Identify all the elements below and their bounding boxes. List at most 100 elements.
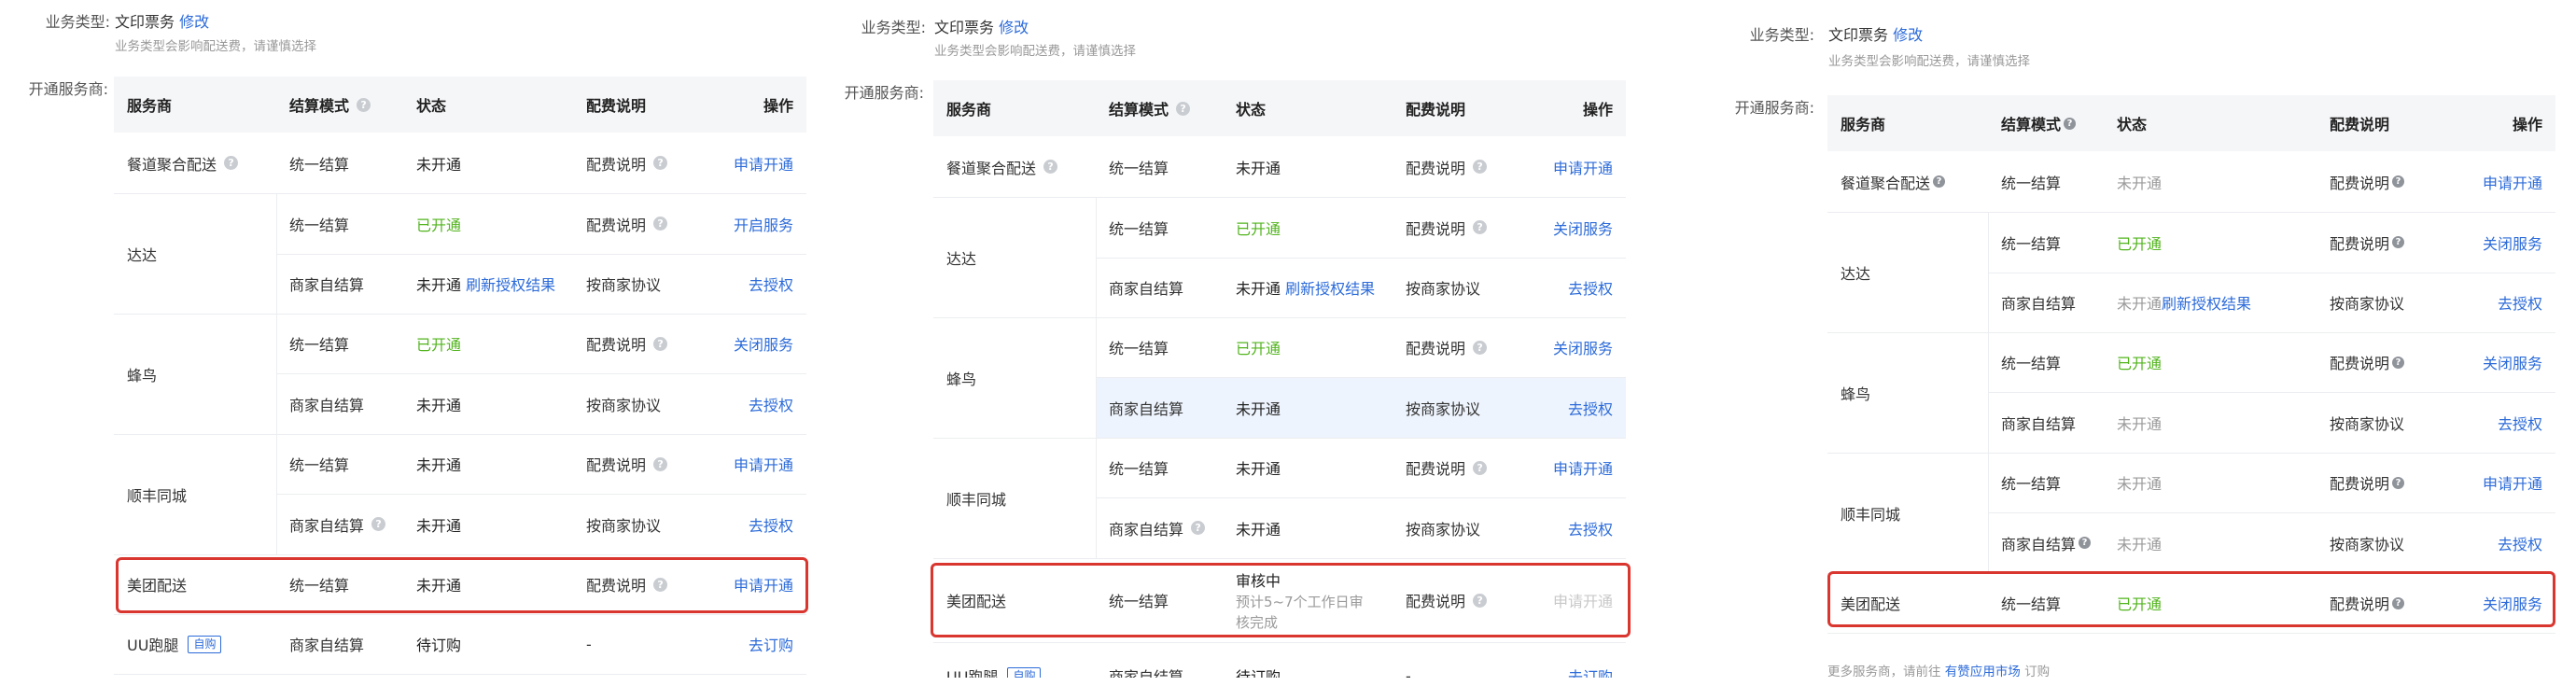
authorize-button[interactable]: 去授权 [749, 494, 793, 554]
status-text: 未开通 [416, 456, 462, 474]
enable-service-button[interactable]: 开启服务 [734, 193, 793, 254]
modify-link[interactable]: 修改 [179, 13, 209, 31]
settlement-mode: 统一结算 [1109, 340, 1169, 357]
refresh-auth-link[interactable]: 刷新授权结果 [1285, 276, 1375, 299]
settlement-mode: 商家自结算 [1109, 399, 1184, 418]
status-text: 已开通 [1236, 219, 1281, 238]
help-icon[interactable]: ? [653, 217, 668, 231]
fee-note: 按商家协议 [2330, 535, 2405, 553]
help-icon[interactable]: ? [1473, 220, 1488, 234]
header-action: 操作 [763, 97, 793, 115]
help-icon[interactable]: ? [1191, 521, 1206, 535]
help-icon[interactable]: ? [653, 336, 668, 351]
fee-note: 配费说明? [586, 314, 668, 373]
apply-button[interactable]: 申请开通 [734, 434, 793, 494]
close-service-button[interactable]: 关闭服务 [1553, 197, 1613, 258]
authorize-button[interactable]: 去授权 [2498, 512, 2542, 573]
refresh-auth-link[interactable]: 刷新授权结果 [466, 273, 555, 295]
help-icon[interactable]: ? [2392, 356, 2405, 369]
provider-name: 餐道聚合配送? [946, 136, 1058, 197]
authorize-button[interactable]: 去授权 [1568, 497, 1613, 558]
help-icon[interactable]: ? [2392, 175, 2405, 188]
status-text: 已开通 [2117, 234, 2163, 253]
apply-button[interactable]: 申请开通 [1553, 438, 1613, 497]
help-icon[interactable]: ? [1473, 460, 1488, 475]
status-text: 未开通 [1236, 399, 1281, 418]
close-service-button[interactable]: 关闭服务 [2483, 212, 2542, 273]
status-text: 已开通 [2117, 355, 2163, 372]
help-icon[interactable]: ? [371, 517, 386, 531]
authorize-button[interactable]: 去授权 [2498, 392, 2542, 453]
business-type-value: 文印票务 修改 [1828, 26, 1924, 44]
refresh-auth-link[interactable]: 刷新授权结果 [2162, 291, 2251, 314]
help-icon[interactable]: ? [653, 156, 668, 170]
apply-button[interactable]: 申请开通 [2483, 151, 2542, 212]
business-type-hint: 业务类型会影响配送费，请谨慎选择 [1828, 54, 2030, 69]
business-type-label: 业务类型: [861, 19, 926, 36]
status-text: 未开通 [1236, 159, 1281, 177]
authorize-button[interactable]: 去授权 [1568, 258, 1613, 317]
business-type-label: 业务类型: [45, 13, 110, 31]
highlight-box [1827, 571, 2555, 627]
settlement-mode: 商家自结算? [1109, 497, 1206, 558]
help-icon[interactable]: ? [2392, 236, 2405, 248]
help-icon[interactable]: ? [2064, 117, 2077, 130]
settlement-mode: 商家自结算 [1109, 668, 1184, 678]
fee-note: 配费说明? [2330, 151, 2405, 212]
business-type-value: 文印票务 修改 [115, 13, 210, 31]
help-icon[interactable]: ? [1473, 160, 1488, 174]
order-button[interactable]: 去订购 [749, 614, 793, 674]
modify-link[interactable]: 修改 [999, 19, 1029, 36]
help-icon[interactable]: ? [224, 156, 239, 170]
cut-off-row: UU跑腿 自购 商家自结算 待订购 - 去订购 [933, 661, 1626, 678]
header-mode: 结算模式? [2001, 95, 2077, 151]
fee-note: 按商家协议 [2330, 295, 2405, 313]
modify-link[interactable]: 修改 [1893, 26, 1923, 44]
divider [114, 674, 806, 675]
status-text: 未开通 刷新授权结果 [1236, 258, 1375, 317]
fee-note: 配费说明? [1406, 197, 1488, 258]
apply-button[interactable]: 申请开通 [2483, 453, 2542, 512]
authorize-button[interactable]: 去授权 [1568, 377, 1613, 438]
help-icon[interactable]: ? [1176, 101, 1191, 116]
help-icon[interactable]: ? [1043, 160, 1058, 174]
service-provider-label: 开通服务商: [1734, 99, 1814, 117]
provider-name: 达达 [1841, 264, 1871, 283]
close-service-button[interactable]: 关闭服务 [1553, 317, 1613, 377]
divider [1096, 197, 1097, 558]
order-button[interactable]: 去订购 [1568, 661, 1613, 678]
settlement-mode: 统一结算 [1109, 219, 1169, 238]
help-icon[interactable]: ? [1933, 175, 1946, 188]
apply-button[interactable]: 申请开通 [1553, 136, 1613, 197]
app-market-link[interactable]: 有赞应用市场 [1945, 665, 2021, 679]
authorize-button[interactable]: 去授权 [749, 254, 793, 314]
close-service-button[interactable]: 关闭服务 [2483, 332, 2542, 392]
provider-name: 蜂鸟 [946, 370, 977, 388]
settlement-mode: 商家自结算? [289, 494, 386, 554]
help-icon[interactable]: ? [357, 97, 371, 112]
header-status: 状态 [416, 97, 447, 115]
authorize-button[interactable]: 去授权 [2498, 273, 2542, 332]
settlement-mode: 商家自结算 [289, 396, 365, 414]
header-action: 操作 [2512, 116, 2542, 133]
close-service-button[interactable]: 关闭服务 [734, 314, 793, 373]
status-text: 未开通 刷新授权结果 [2117, 273, 2251, 332]
settlement-mode: 统一结算 [1109, 460, 1169, 478]
service-provider-label: 开通服务商: [28, 80, 108, 98]
divider [933, 642, 1626, 643]
help-icon[interactable]: ? [2392, 476, 2405, 489]
table-header [114, 77, 806, 133]
help-icon[interactable]: ? [2079, 537, 2092, 549]
header-fee: 配费说明 [1406, 101, 1466, 119]
help-icon[interactable]: ? [1473, 340, 1488, 355]
fee-note: 按商家协议 [586, 516, 662, 535]
divider [1827, 332, 2555, 333]
divider [933, 558, 1626, 559]
status-text: 未开通 [2117, 414, 2163, 433]
status-text: 已开通 [416, 336, 462, 354]
divider [1827, 633, 2555, 634]
authorize-button[interactable]: 去授权 [749, 373, 793, 434]
help-icon[interactable]: ? [653, 456, 668, 471]
apply-button[interactable]: 申请开通 [734, 133, 793, 193]
fee-note: 配费说明? [586, 133, 668, 193]
